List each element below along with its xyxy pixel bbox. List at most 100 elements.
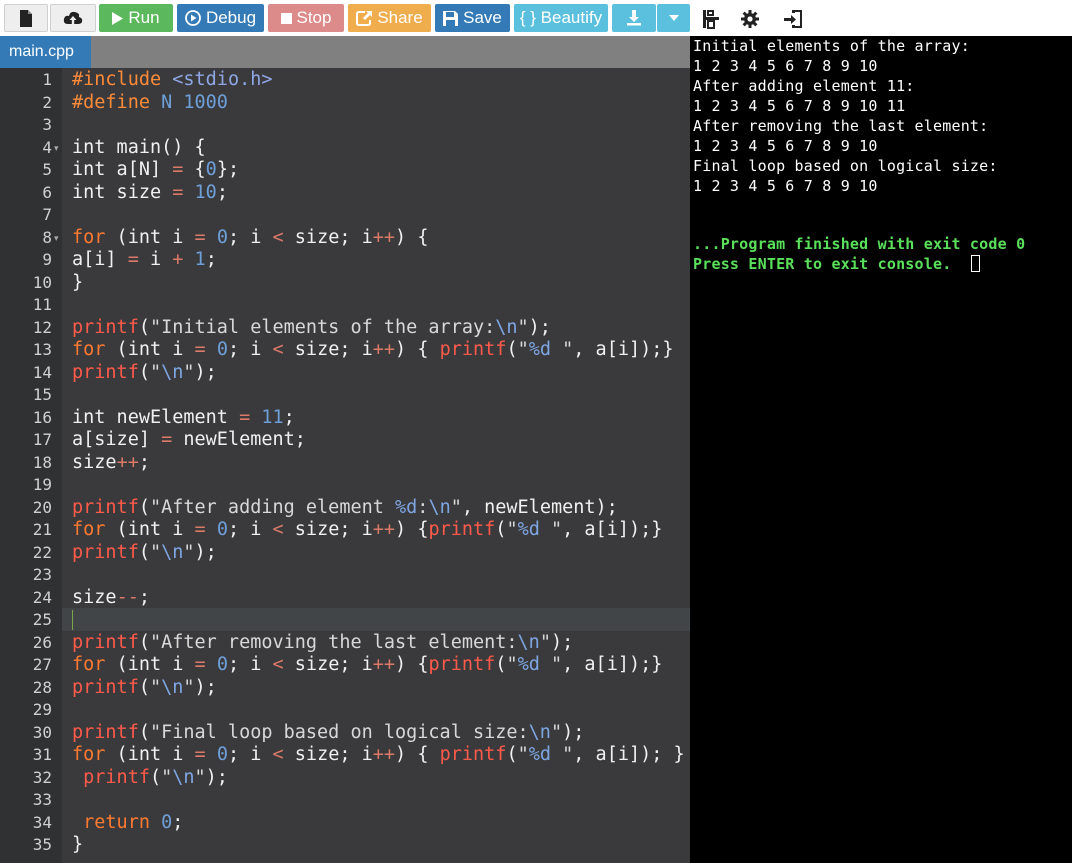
code-token: < — [272, 339, 284, 360]
code-token: printf — [428, 519, 496, 540]
code-token: }; — [216, 159, 240, 180]
layout-icon[interactable] — [700, 8, 722, 30]
upload-button[interactable] — [50, 4, 96, 32]
code-token: = — [194, 519, 206, 540]
code-token: " — [194, 766, 206, 788]
line-number: 13 — [32, 340, 52, 359]
debug-button[interactable]: Debug — [177, 4, 264, 32]
code-token: int — [72, 136, 106, 158]
code-token: size; i — [283, 519, 373, 540]
code-token: = — [127, 249, 139, 270]
save-button[interactable]: Save — [435, 4, 510, 32]
code-token: ) { — [395, 744, 440, 765]
gear-icon[interactable] — [739, 8, 761, 30]
code-line: for (int i = 0; i < size; i++) { — [72, 227, 428, 249]
code-token: \n — [161, 361, 184, 383]
code-token: ; — [138, 451, 150, 473]
download-options-dropdown[interactable] — [657, 4, 690, 32]
run-button[interactable]: Run — [99, 4, 173, 32]
code-token: (int i — [105, 226, 195, 248]
code-token: for — [72, 339, 106, 360]
code-token: 0 — [216, 519, 228, 540]
code-token: = — [194, 226, 206, 248]
code-token: ( — [138, 361, 150, 383]
fold-toggle-icon[interactable]: ▾ — [54, 137, 59, 159]
line-number: 4 — [42, 137, 52, 157]
beautify-button[interactable]: { } Beautify — [514, 4, 608, 32]
download-button[interactable] — [612, 4, 656, 32]
line-number: 6 — [42, 182, 52, 202]
code-token: = — [194, 744, 206, 765]
code-token: ; i — [227, 519, 273, 540]
code-token: ( — [138, 541, 150, 563]
code-token: " — [183, 361, 195, 383]
line-number: 9 — [42, 250, 52, 269]
tab-main-cpp[interactable]: main.cpp — [0, 36, 91, 68]
share-label: Share — [377, 8, 423, 27]
stdin-icon[interactable] — [782, 8, 804, 30]
code-line: printf("\n"); — [72, 542, 217, 564]
console-line: 1 2 3 4 5 6 7 8 9 10 — [693, 177, 878, 195]
code-token: ); — [528, 316, 551, 338]
code-token: (int i — [105, 339, 195, 360]
code-token: = — [239, 406, 251, 428]
code-token: "Initial elements of the array: — [149, 316, 496, 338]
code-token: " — [517, 744, 529, 765]
code-token: %d — [528, 339, 551, 360]
code-token: " — [539, 631, 551, 653]
code-token: ) { — [395, 519, 429, 540]
line-number: 29 — [32, 700, 52, 719]
editor-tab-bar — [0, 36, 690, 68]
code-token: printf — [428, 654, 496, 675]
code-token: " — [539, 654, 563, 675]
code-line: a[size] = newElement; — [72, 429, 306, 451]
code-token: 0 — [216, 339, 228, 360]
code-token: } — [72, 271, 84, 293]
code-token: < — [272, 519, 284, 540]
code-token: ( — [506, 744, 518, 765]
code-token: %d — [517, 654, 540, 675]
code-token: \n — [517, 631, 540, 653]
code-token: N 1000 — [161, 91, 228, 113]
line-number: 19 — [32, 475, 52, 494]
code-token: printf — [72, 316, 139, 338]
code-token: i — [138, 249, 173, 270]
play-icon — [112, 11, 124, 25]
code-token: " — [517, 339, 529, 360]
code-token: " — [450, 496, 462, 518]
file-button[interactable] — [4, 4, 48, 32]
code-token: (int i — [105, 519, 195, 540]
code-token: newElement — [105, 406, 240, 428]
code-token: for — [72, 226, 106, 248]
save-label: Save — [463, 8, 502, 27]
code-token: " — [551, 744, 574, 765]
code-token: " — [149, 361, 162, 383]
code-token: printf — [83, 766, 150, 788]
stop-button[interactable]: Stop — [268, 4, 344, 32]
console-line: Final loop based on logical size: — [693, 157, 998, 175]
share-button[interactable]: Share — [348, 4, 431, 32]
code-token: ++ — [372, 744, 396, 765]
code-token: : — [417, 496, 429, 518]
line-number: 31 — [32, 745, 52, 764]
code-token: 1 — [194, 249, 206, 270]
line-number: 22 — [32, 542, 52, 562]
fold-toggle-icon[interactable]: ▾ — [54, 227, 59, 249]
code-token: = — [172, 181, 184, 203]
line-number: 17 — [32, 430, 52, 449]
code-token: ; — [205, 249, 217, 270]
line-number: 12 — [32, 317, 52, 337]
code-token: " — [161, 766, 173, 788]
code-line: size--; — [72, 587, 150, 609]
code-token: " — [551, 339, 574, 360]
code-token: } — [72, 834, 84, 855]
code-token: ) { — [395, 339, 440, 360]
code-line: printf("Final loop based on logical size… — [72, 722, 584, 744]
code-token: -- — [116, 586, 139, 608]
code-token: " — [183, 541, 195, 563]
line-number: 11 — [32, 295, 52, 314]
line-number: 25 — [32, 610, 52, 629]
code-token: 0 — [205, 159, 217, 180]
